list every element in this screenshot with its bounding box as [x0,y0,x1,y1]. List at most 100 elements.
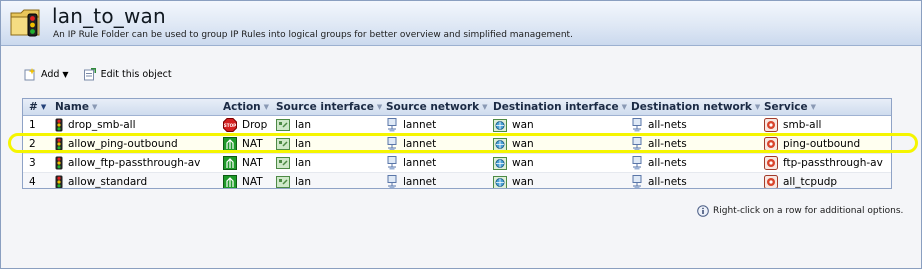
network-address-icon [387,137,397,151]
rule-action: NAT [242,157,263,169]
nat-icon [223,175,237,188]
source-network-cell: lannet [382,116,489,134]
interface-icon [276,119,290,131]
service: ping-outbound [783,138,861,150]
network-address-icon [632,156,642,170]
source-network-cell: lannet [382,173,489,188]
service-cell: ftp-passthrough-av [760,154,891,172]
network-address-icon [387,175,397,188]
page-title: lan_to_wan [52,4,166,28]
edit-object-button[interactable]: Edit this object [83,67,172,81]
destination-interface-cell: wan [489,173,627,188]
source-network-cell: lannet [382,154,489,172]
add-menu-button[interactable]: Add ▼ [23,67,69,81]
source-network: lannet [403,157,437,169]
destination-interface-cell: wan [489,154,627,172]
destination-network-cell: all-nets [627,154,760,172]
source-interface: lan [295,119,312,131]
table-row[interactable]: 1 drop_smb-all STOP Drop lan lannet wan [23,116,891,135]
rule-action-cell: STOP Drop [219,116,272,134]
source-interface-cell: lan [272,116,382,134]
column-header-source-network[interactable]: Source network ▼ [382,99,489,115]
add-icon [24,68,36,81]
hint-text: Right-click on a row for additional opti… [713,206,904,216]
traffic-light-icon [55,118,63,132]
destination-network-cell: all-nets [627,173,760,188]
network-address-icon [387,118,397,132]
page-header: lan_to_wan An IP Rule Folder can be used… [1,1,921,46]
add-label: Add [41,68,60,80]
service-gear-icon [764,175,778,188]
traffic-light-icon [55,137,63,151]
destination-network-cell: all-nets [627,135,760,153]
destination-network-cell: all-nets [627,116,760,134]
service-gear-icon [764,137,778,151]
main-panel: lan_to_wan An IP Rule Folder can be used… [0,0,922,269]
wan-interface-icon [493,156,507,170]
sort-icon: ▼ [810,103,817,111]
table-row-highlighted[interactable]: 2 allow_ping-outbound NAT lan lannet wan [23,135,891,154]
service-gear-icon [764,118,778,132]
context-menu-hint: Right-click on a row for additional opti… [697,205,903,217]
table-header: # ▼ Name ▼ Action ▼ Source interface ▼ Sourc… [23,99,891,116]
destination-interface-cell: wan [489,135,627,153]
destination-network: all-nets [648,119,687,131]
service: smb-all [783,119,822,131]
source-network-cell: lannet [382,135,489,153]
source-interface: lan [295,138,312,150]
stop-sign-icon: STOP [223,118,237,132]
rule-action-cell: NAT [219,135,272,153]
rule-action: NAT [242,176,263,188]
column-header-service[interactable]: Service ▼ [760,99,891,115]
sort-icon: ▼ [482,103,488,111]
network-address-icon [632,137,642,151]
rule-action: Drop [242,119,268,131]
interface-icon [276,176,290,188]
column-header-number[interactable]: # ▼ [23,99,51,115]
column-header-destination-interface[interactable]: Destination interface ▼ [489,99,627,115]
toolbar: Add ▼ Edit this object [23,65,186,83]
sort-down-icon: ▼ [40,103,47,111]
interface-icon [276,138,290,150]
rule-action-cell: NAT [219,173,272,188]
svg-text:STOP: STOP [224,123,237,128]
table-row[interactable]: 3 allow_ftp-passthrough-av NAT lan lanne… [23,154,891,173]
network-address-icon [632,175,642,188]
nat-icon [223,137,237,151]
rule-name: drop_smb-all [68,119,136,131]
network-address-icon [632,118,642,132]
destination-interface: wan [512,119,534,131]
wan-interface-icon [493,175,507,188]
source-interface: lan [295,157,312,169]
nat-icon [223,156,237,170]
source-network: lannet [403,119,437,131]
source-network: lannet [403,176,437,188]
traffic-light-icon [55,175,63,188]
sort-icon: ▼ [263,103,270,111]
rule-name: allow_standard [68,176,148,188]
destination-interface: wan [512,157,534,169]
source-interface-cell: lan [272,154,382,172]
info-icon [697,205,709,217]
rule-action-cell: NAT [219,154,272,172]
rule-action: NAT [242,138,263,150]
rule-number: 4 [29,176,36,188]
column-header-action[interactable]: Action ▼ [219,99,272,115]
rule-name-cell: allow_standard [51,173,219,188]
column-header-source-interface[interactable]: Source interface ▼ [272,99,382,115]
service: all_tcpudp [783,176,838,188]
chevron-down-icon: ▼ [62,69,69,79]
rule-name: allow_ping-outbound [68,138,178,150]
table-row[interactable]: 4 allow_standard NAT lan lannet wan all-… [23,173,891,188]
service-cell: smb-all [760,116,891,134]
source-interface-cell: lan [272,173,382,188]
column-header-name[interactable]: Name ▼ [51,99,219,115]
destination-interface: wan [512,176,534,188]
rule-number: 1 [29,119,36,131]
destination-network: all-nets [648,157,687,169]
rule-name-cell: drop_smb-all [51,116,219,134]
destination-network: all-nets [648,138,687,150]
traffic-light-icon [55,156,63,170]
interface-icon [276,157,290,169]
column-header-destination-network[interactable]: Destination network ▼ [627,99,760,115]
